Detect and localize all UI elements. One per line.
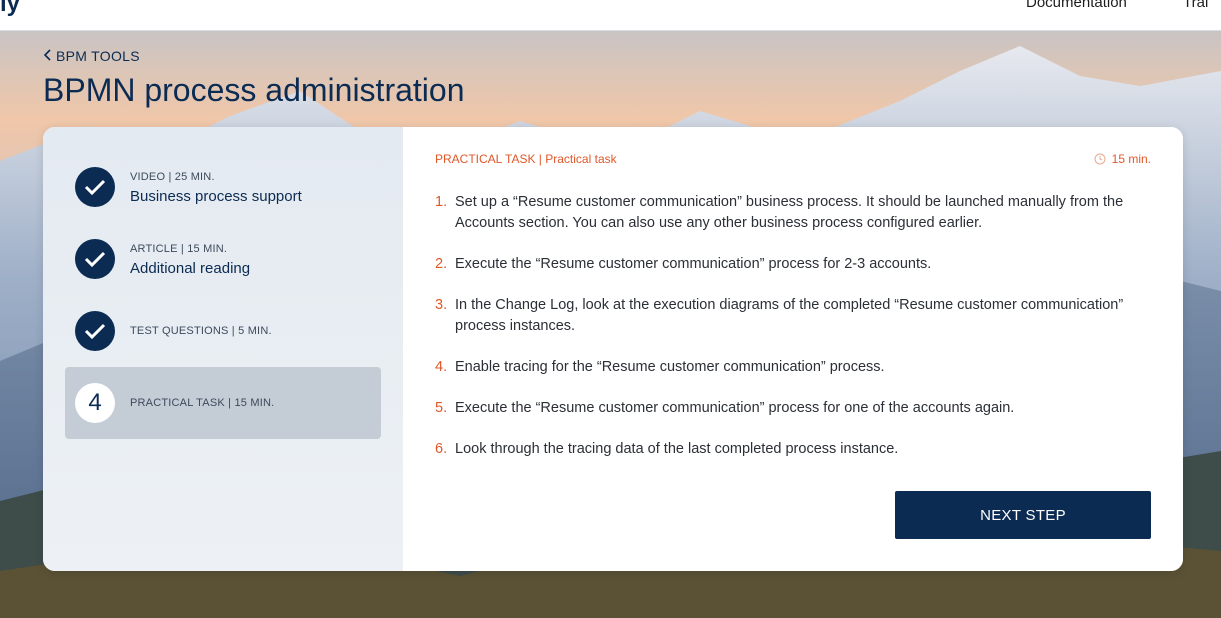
list-item: 2. Execute the “Resume customer communic… bbox=[435, 254, 1155, 275]
next-step-button[interactable]: NEXT STEP bbox=[895, 491, 1151, 539]
task-number: 1. bbox=[435, 194, 448, 210]
task-content: PRACTICAL TASK | Practical task 15 min. … bbox=[403, 127, 1183, 571]
logo[interactable]: ly bbox=[0, 0, 20, 18]
task-number: 5. bbox=[435, 400, 448, 416]
task-text: Enable tracing for the “Resume customer … bbox=[455, 359, 885, 375]
task-number: 2. bbox=[435, 256, 448, 272]
chevron-left-icon bbox=[43, 48, 52, 64]
task-list: 1. Set up a “Resume customer communicati… bbox=[435, 192, 1155, 480]
task-text: Execute the “Resume customer communicati… bbox=[455, 400, 1015, 416]
step-item-article[interactable]: ARTICLE | 15 MIN. Additional reading bbox=[65, 223, 381, 295]
duration-text: 15 min. bbox=[1111, 152, 1151, 166]
task-text: In the Change Log, look at the execution… bbox=[455, 297, 1124, 334]
back-link[interactable]: BPM TOOLS bbox=[43, 48, 140, 64]
step-meta: PRACTICAL TASK | 15 MIN. bbox=[130, 397, 275, 409]
task-duration: 15 min. bbox=[1094, 152, 1151, 166]
task-number: 4. bbox=[435, 359, 448, 375]
nav-link-documentation[interactable]: Documentation bbox=[1026, 0, 1127, 11]
checkmark-icon bbox=[84, 251, 106, 268]
list-item: 4. Enable tracing for the “Resume custom… bbox=[435, 357, 1155, 378]
checkmark-icon bbox=[84, 323, 106, 340]
task-text: Look through the tracing data of the las… bbox=[455, 441, 899, 457]
lesson-card: VIDEO | 25 MIN. Business process support… bbox=[43, 127, 1183, 571]
task-number: 3. bbox=[435, 297, 448, 313]
clock-icon bbox=[1094, 153, 1106, 165]
list-item: 3. In the Change Log, look at the execut… bbox=[435, 295, 1155, 337]
page-title: BPMN process administration bbox=[43, 72, 465, 108]
step-meta: VIDEO | 25 MIN. bbox=[130, 171, 215, 183]
back-link-label: BPM TOOLS bbox=[56, 48, 140, 64]
step-meta: TEST QUESTIONS | 5 MIN. bbox=[130, 325, 272, 337]
task-type-label: PRACTICAL TASK | Practical task bbox=[435, 152, 617, 166]
step-number-badge: 4 bbox=[75, 383, 115, 423]
step-item-test-questions[interactable]: TEST QUESTIONS | 5 MIN. bbox=[65, 295, 381, 367]
step-status-done bbox=[75, 167, 115, 207]
step-item-practical-task[interactable]: 4 PRACTICAL TASK | 15 MIN. bbox=[65, 367, 381, 439]
task-text: Set up a “Resume customer communication”… bbox=[455, 194, 1124, 231]
task-text: Execute the “Resume customer communicati… bbox=[455, 256, 932, 272]
step-item-video[interactable]: VIDEO | 25 MIN. Business process support bbox=[65, 151, 381, 223]
task-number: 6. bbox=[435, 441, 448, 457]
step-meta: ARTICLE | 15 MIN. bbox=[130, 243, 228, 255]
step-name: Additional reading bbox=[130, 260, 251, 277]
step-name: Business process support bbox=[130, 188, 302, 205]
step-number: 4 bbox=[88, 389, 102, 416]
step-status-done bbox=[75, 239, 115, 279]
step-list: VIDEO | 25 MIN. Business process support… bbox=[43, 127, 403, 571]
list-item: 6. Look through the tracing data of the … bbox=[435, 439, 1155, 460]
list-item: 1. Set up a “Resume customer communicati… bbox=[435, 192, 1155, 234]
nav-link-training[interactable]: Trai bbox=[1183, 0, 1208, 11]
step-status-done bbox=[75, 311, 115, 351]
top-navigation-bar: ly Documentation Trai bbox=[0, 0, 1221, 31]
checkmark-icon bbox=[84, 179, 106, 196]
list-item: 5. Execute the “Resume customer communic… bbox=[435, 398, 1155, 419]
